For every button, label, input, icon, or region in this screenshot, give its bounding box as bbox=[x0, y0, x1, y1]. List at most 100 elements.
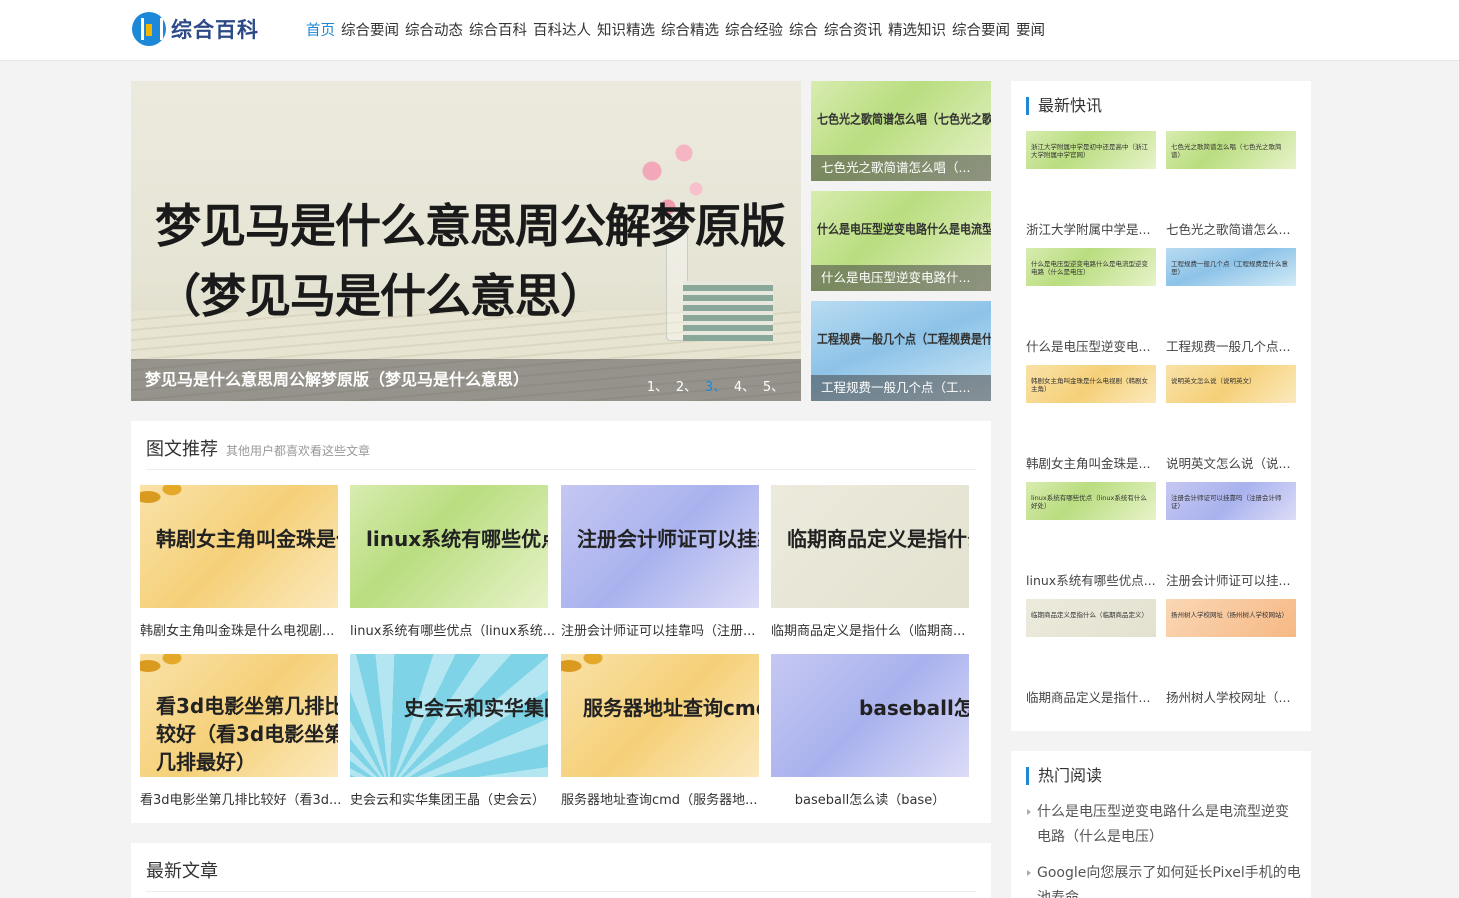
recommend-card[interactable]: baseball怎么读 baseball怎么读（base） bbox=[771, 654, 969, 808]
leaf-decoration bbox=[140, 654, 190, 686]
nav-item[interactable]: 综合要闻 bbox=[952, 19, 1010, 40]
recommend-card[interactable]: 临期商品定义是指什么 临期商品定义是指什么（临期商... bbox=[771, 485, 969, 639]
card-image-text: 史会云和实华集团王晶 bbox=[404, 696, 548, 720]
card-image[interactable]: baseball怎么读 bbox=[771, 654, 969, 777]
hero-slider[interactable]: 梦见马是什么意思周公解梦原版（梦见马是什么意思） 梦见马是什么意思周公解梦原版（… bbox=[131, 81, 801, 401]
side-thumb[interactable]: 工程规费一般几个点（工程规费是什么意思） 工程规费一般几个点（工... bbox=[811, 301, 991, 401]
kuaixun-item[interactable]: 注册会计师证可以挂靠吗（注册会计师证） 注册会计师证可以挂... bbox=[1166, 482, 1296, 588]
kuaixun-image[interactable]: 七色光之歌简谱怎么唱（七色光之歌简谱） bbox=[1166, 131, 1296, 169]
slider-dot[interactable]: 4、 bbox=[730, 376, 759, 395]
nav-item[interactable]: 综合要闻 bbox=[341, 19, 399, 40]
kuaixun-item[interactable]: 说明英文怎么说（说明英文） 说明英文怎么说（说... bbox=[1166, 365, 1296, 471]
recommend-card[interactable]: linux系统有哪些优点（ linux系统有哪些优点（linux系统... bbox=[350, 485, 555, 639]
slider-pagination: 1、 2、 3、 4、 5、 bbox=[643, 376, 788, 395]
kuaixun-image[interactable]: 临期商品定义是指什么（临期商品定义） bbox=[1026, 599, 1156, 637]
latest-title: 最新文章 bbox=[146, 861, 218, 882]
card-caption[interactable]: 注册会计师证可以挂靠吗（注册... bbox=[561, 620, 769, 639]
kuaixun-item[interactable]: 扬州树人学校网址（扬州树人学校网站） 扬州树人学校网址（... bbox=[1166, 599, 1296, 705]
recommend-card[interactable]: 看3d电影坐第几排比较好（看3d电影坐第几排最好） 看3d电影坐第几排比较好（看… bbox=[140, 654, 341, 808]
kuaixun-item[interactable]: 临期商品定义是指什么（临期商品定义） 临期商品定义是指什... bbox=[1026, 599, 1156, 705]
slider-dot[interactable]: 1、 bbox=[643, 376, 672, 395]
card-caption[interactable]: 临期商品定义是指什么（临期商... bbox=[771, 620, 979, 639]
kuaixun-caption[interactable]: 说明英文怎么说（说... bbox=[1166, 453, 1296, 472]
kuaixun-image[interactable]: 浙江大学附属中学是初中还是高中（浙江大学附属中学官网） bbox=[1026, 131, 1156, 169]
kuaixun-caption[interactable]: 工程规费一般几个点... bbox=[1166, 336, 1296, 355]
kuaixun-caption[interactable]: 浙江大学附属中学是... bbox=[1026, 219, 1156, 238]
thumb-caption[interactable]: 工程规费一般几个点（工... bbox=[811, 375, 991, 401]
recommend-card[interactable]: 史会云和实华集团王晶 史会云和实华集团王晶（史会云） bbox=[350, 654, 548, 808]
kuaixun-caption[interactable]: 注册会计师证可以挂... bbox=[1166, 570, 1296, 589]
kuaixun-caption[interactable]: 临期商品定义是指什... bbox=[1026, 687, 1156, 706]
kuaixun-title: 最新快讯 bbox=[1026, 97, 1102, 115]
slider-dot[interactable]: 2、 bbox=[672, 376, 701, 395]
card-image[interactable]: 韩剧女主角叫金珠是什么电视剧（ bbox=[140, 485, 338, 608]
kuaixun-image[interactable]: 工程规费一般几个点（工程规费是什么意思） bbox=[1166, 248, 1296, 286]
thumb-caption[interactable]: 七色光之歌简谱怎么唱（... bbox=[811, 155, 991, 181]
nav-item[interactable]: 综合精选 bbox=[661, 19, 719, 40]
nav-item[interactable]: 百科达人 bbox=[533, 19, 591, 40]
nav-item[interactable]: 综合百科 bbox=[469, 19, 527, 40]
hot-list-item[interactable]: 什么是电压型逆变电路什么是电流型逆变电路（什么是电压） bbox=[1027, 800, 1302, 850]
card-caption[interactable]: 服务器地址查询cmd（服务器地... bbox=[561, 789, 769, 808]
kuaixun-image-text: 七色光之歌简谱怎么唱（七色光之歌简谱） bbox=[1171, 143, 1282, 159]
side-thumb[interactable]: 七色光之歌简谱怎么唱（七色光之歌简谱） 七色光之歌简谱怎么唱（... bbox=[811, 81, 991, 181]
kuaixun-image[interactable]: linux系统有哪些优点（linux系统有什么好处） bbox=[1026, 482, 1156, 520]
nav-item[interactable]: 知识精选 bbox=[597, 19, 655, 40]
site-logo[interactable]: 综合百科 bbox=[132, 12, 259, 46]
card-image[interactable]: linux系统有哪些优点（ bbox=[350, 485, 548, 608]
kuaixun-item[interactable]: 工程规费一般几个点（工程规费是什么意思） 工程规费一般几个点... bbox=[1166, 248, 1296, 354]
card-caption[interactable]: 韩剧女主角叫金珠是什么电视剧... bbox=[140, 620, 348, 639]
kuaixun-image[interactable]: 扬州树人学校网址（扬州树人学校网站） bbox=[1166, 599, 1296, 637]
card-image[interactable]: 史会云和实华集团王晶 bbox=[350, 654, 548, 777]
recommend-title-text: 图文推荐 bbox=[146, 439, 218, 460]
kuaixun-item[interactable]: 浙江大学附属中学是初中还是高中（浙江大学附属中学官网） 浙江大学附属中学是... bbox=[1026, 131, 1156, 237]
recommend-card[interactable]: 服务器地址查询cmd 服务器地址查询cmd（服务器地... bbox=[561, 654, 759, 808]
slider-dot[interactable]: 5、 bbox=[759, 376, 788, 395]
card-image[interactable]: 临期商品定义是指什么 bbox=[771, 485, 969, 608]
card-caption[interactable]: 看3d电影坐第几排比较好（看3d... bbox=[140, 789, 348, 808]
kuaixun-caption[interactable]: linux系统有哪些优点... bbox=[1026, 570, 1156, 589]
kuaixun-item[interactable]: 韩剧女主角叫金珠是什么电视剧（韩剧女主角） 韩剧女主角叫金珠是... bbox=[1026, 365, 1156, 471]
nav-item[interactable]: 综合经验 bbox=[725, 19, 783, 40]
kuaixun-image[interactable]: 说明英文怎么说（说明英文） bbox=[1166, 365, 1296, 403]
recommend-card[interactable]: 韩剧女主角叫金珠是什么电视剧（ 韩剧女主角叫金珠是什么电视剧... bbox=[140, 485, 338, 639]
nav-item[interactable]: 精选知识 bbox=[888, 19, 946, 40]
nav-item[interactable]: 综合 bbox=[789, 19, 818, 40]
card-caption[interactable]: 史会云和实华集团王晶（史会云） bbox=[350, 789, 558, 808]
nav-item[interactable]: 要闻 bbox=[1016, 19, 1045, 40]
kuaixun-caption[interactable]: 七色光之歌简谱怎么... bbox=[1166, 219, 1296, 238]
nav-item[interactable]: 综合动态 bbox=[405, 19, 463, 40]
nav-item-home[interactable]: 首页 bbox=[306, 19, 335, 40]
recommend-title: 图文推荐 其他用户都喜欢看这些文章 bbox=[146, 435, 370, 461]
leaf-decoration bbox=[140, 485, 190, 517]
nav-item[interactable]: 综合资讯 bbox=[824, 19, 882, 40]
card-caption[interactable]: baseball怎么读（base） bbox=[771, 789, 969, 808]
card-image-text: 服务器地址查询cmd bbox=[583, 696, 759, 720]
kuaixun-image[interactable]: 韩剧女主角叫金珠是什么电视剧（韩剧女主角） bbox=[1026, 365, 1156, 403]
slide-headline: 梦见马是什么意思周公解梦原版（梦见马是什么意思） bbox=[155, 199, 786, 323]
card-image-text: baseball怎么读 bbox=[859, 696, 969, 720]
card-image-text: linux系统有哪些优点（ bbox=[366, 527, 548, 551]
recommend-card[interactable]: 注册会计师证可以挂靠吗 注册会计师证可以挂靠吗（注册... bbox=[561, 485, 759, 639]
kuaixun-item[interactable]: 什么是电压型逆变电路什么是电流型逆变电路（什么是电压） 什么是电压型逆变电... bbox=[1026, 248, 1156, 354]
thumb-image-text: 七色光之歌简谱怎么唱（七色光之歌简谱） bbox=[817, 112, 991, 128]
kuaixun-caption[interactable]: 韩剧女主角叫金珠是... bbox=[1026, 453, 1156, 472]
card-image[interactable]: 服务器地址查询cmd bbox=[561, 654, 759, 777]
card-image[interactable]: 看3d电影坐第几排比较好（看3d电影坐第几排最好） bbox=[140, 654, 338, 777]
kuaixun-image[interactable]: 注册会计师证可以挂靠吗（注册会计师证） bbox=[1166, 482, 1296, 520]
kuaixun-item[interactable]: 七色光之歌简谱怎么唱（七色光之歌简谱） 七色光之歌简谱怎么... bbox=[1166, 131, 1296, 237]
slider-dot-active[interactable]: 3、 bbox=[701, 376, 730, 395]
kuaixun-image[interactable]: 什么是电压型逆变电路什么是电流型逆变电路（什么是电压） bbox=[1026, 248, 1156, 286]
hot-list-item[interactable]: Google向您展示了如何延长Pixel手机的电池寿命 bbox=[1027, 861, 1302, 898]
card-image[interactable]: 注册会计师证可以挂靠吗 bbox=[561, 485, 759, 608]
recommend-subtitle: 其他用户都喜欢看这些文章 bbox=[226, 444, 371, 458]
thumb-caption[interactable]: 什么是电压型逆变电路什... bbox=[811, 265, 991, 291]
side-thumb[interactable]: 什么是电压型逆变电路什么是电流型逆变电路（什么是电压） 什么是电压型逆变电路什.… bbox=[811, 191, 991, 291]
logo-text: 综合百科 bbox=[171, 18, 259, 42]
kuaixun-caption[interactable]: 扬州树人学校网址（... bbox=[1166, 687, 1296, 706]
kuaixun-image-text: 什么是电压型逆变电路什么是电流型逆变电路（什么是电压） bbox=[1031, 260, 1148, 276]
kuaixun-item[interactable]: linux系统有哪些优点（linux系统有什么好处） linux系统有哪些优点.… bbox=[1026, 482, 1156, 588]
card-image-text: 注册会计师证可以挂靠吗 bbox=[577, 527, 759, 551]
card-caption[interactable]: linux系统有哪些优点（linux系统... bbox=[350, 620, 558, 639]
kuaixun-caption[interactable]: 什么是电压型逆变电... bbox=[1026, 336, 1156, 355]
